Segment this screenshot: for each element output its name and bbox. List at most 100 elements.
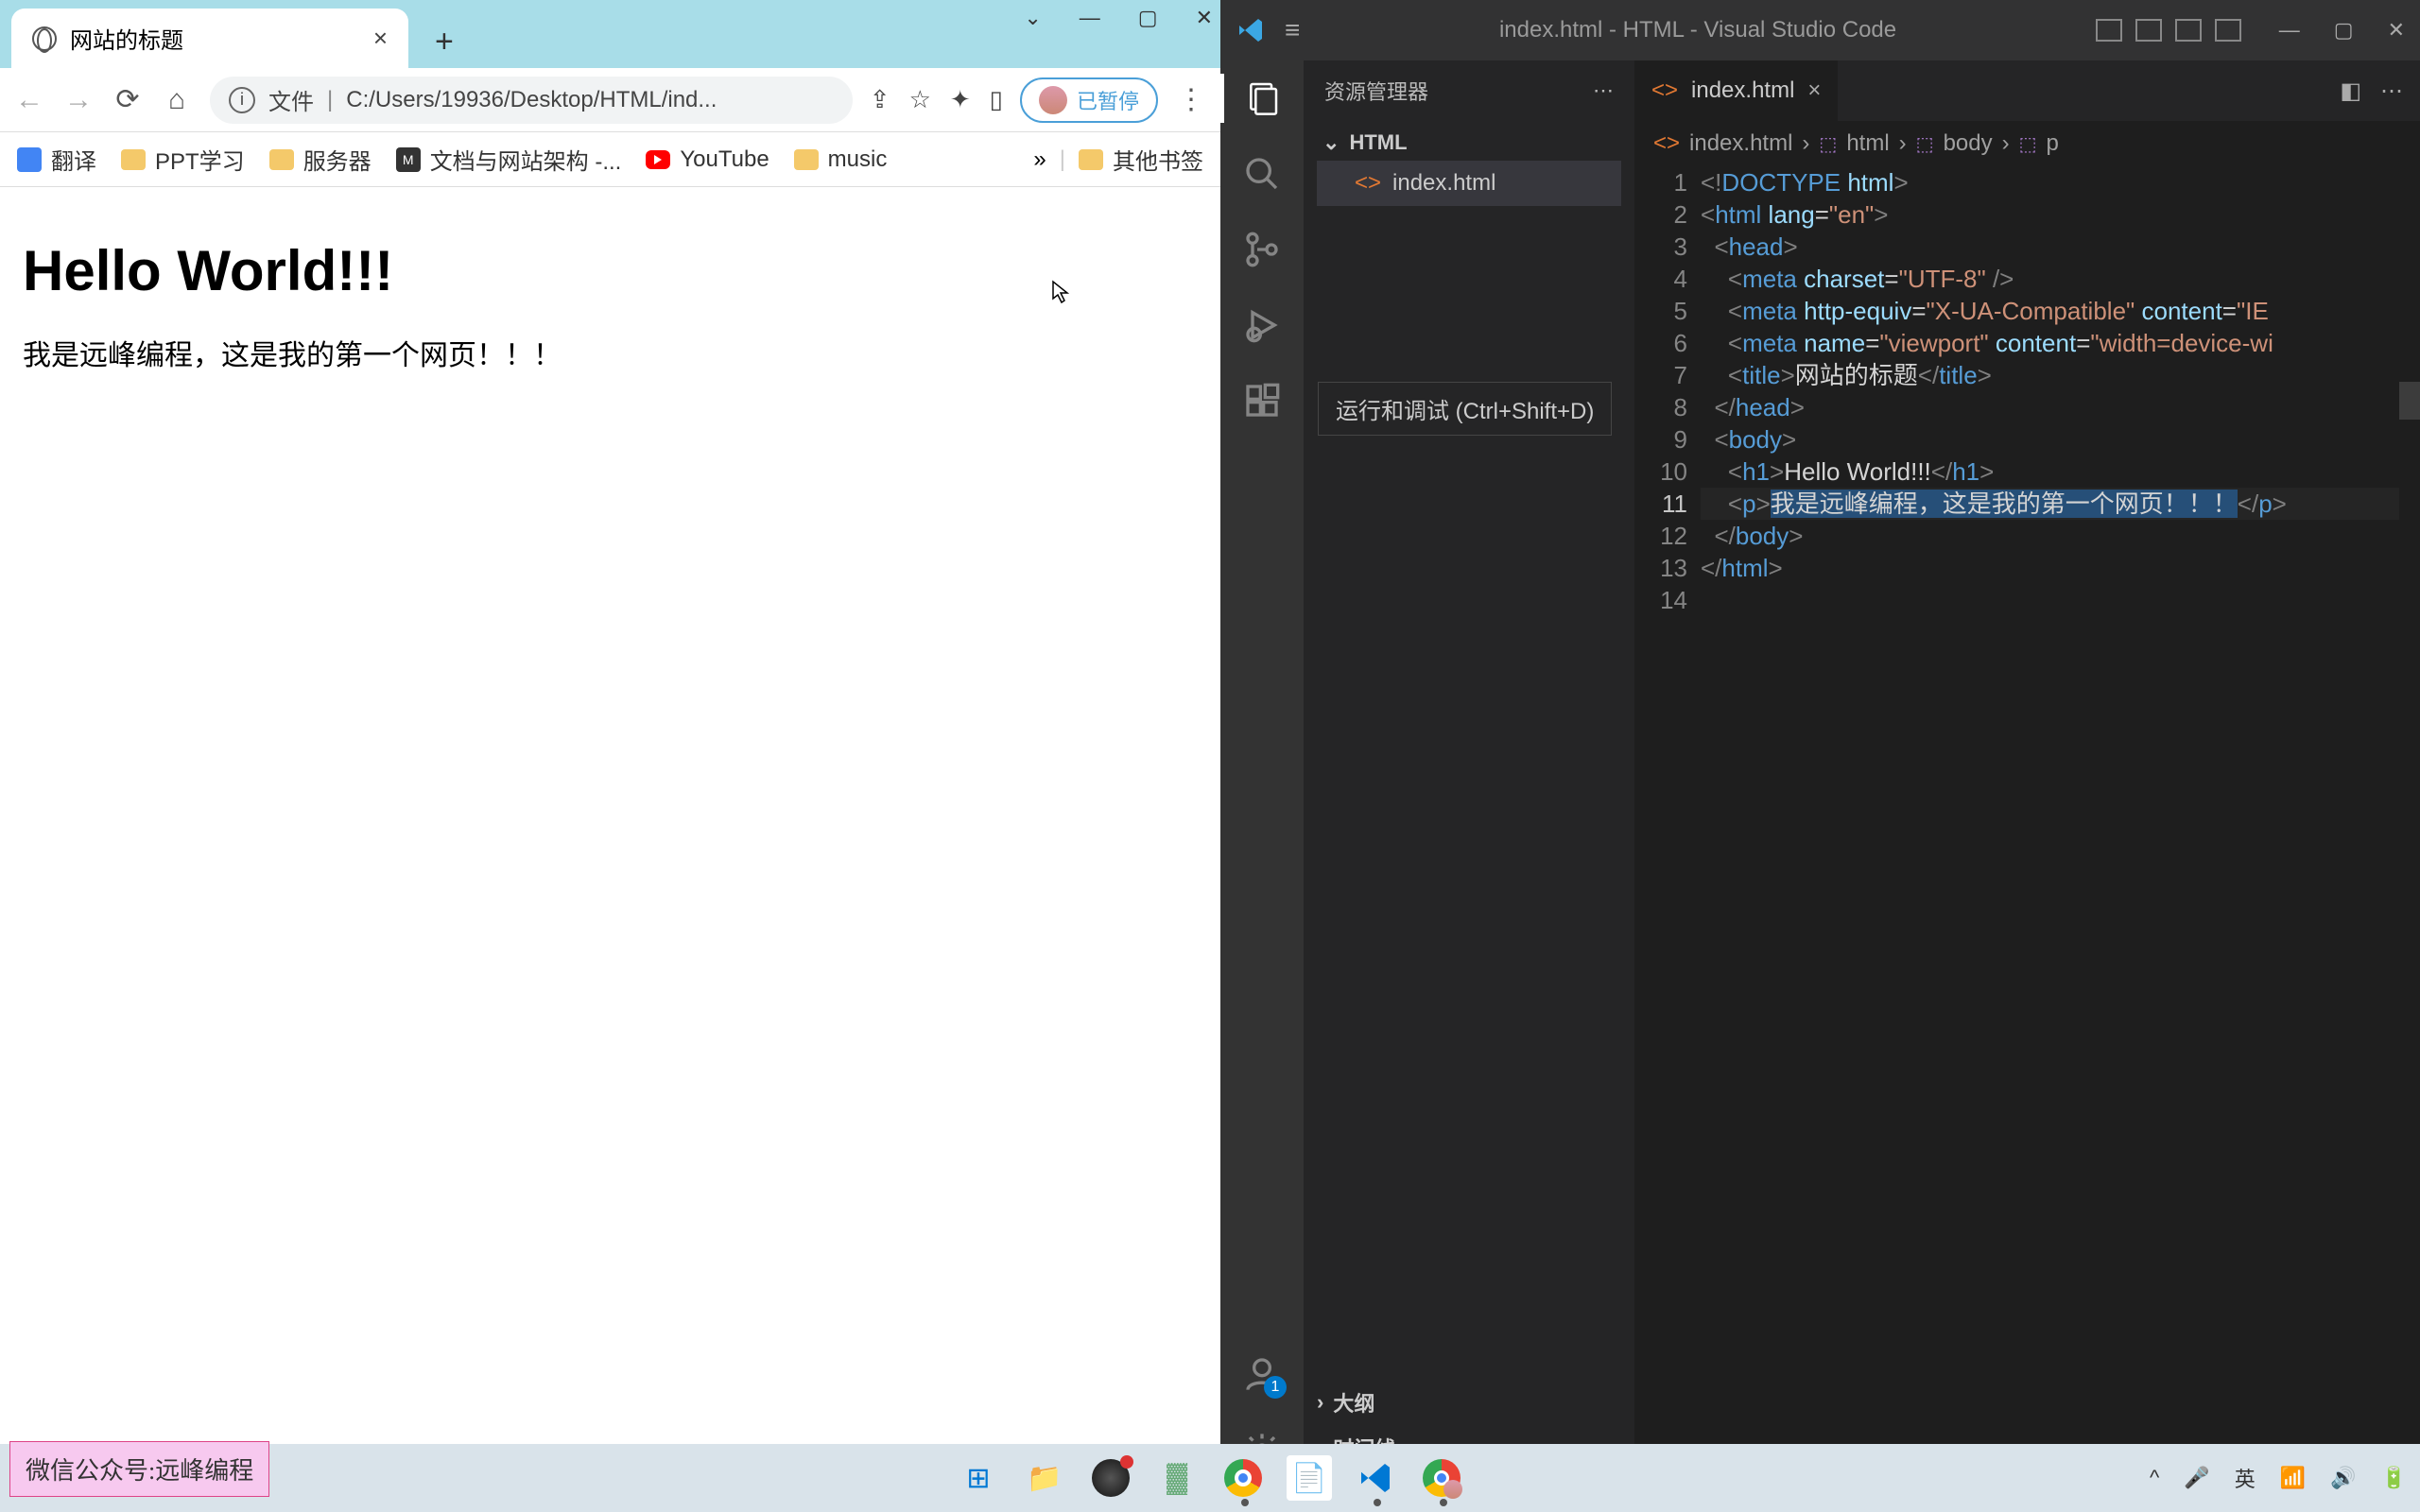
layout-right-icon[interactable]	[2175, 19, 2202, 42]
account-badge: 1	[1264, 1376, 1287, 1399]
tray-volume-icon[interactable]: 🔊	[2330, 1466, 2356, 1490]
source-control-icon[interactable]	[1241, 229, 1283, 270]
tray-chevron-icon[interactable]: ^	[2150, 1466, 2159, 1490]
layout-bottom-icon[interactable]	[2135, 19, 2162, 42]
address-actions: ⇪ ☆ ✦ ▯	[870, 85, 1003, 114]
tray-battery-icon[interactable]: 🔋	[2381, 1466, 2407, 1490]
mdn-icon: M	[396, 147, 421, 172]
page-content: Hello World!!! 我是远峰编程，这是我的第一个网页！！！	[0, 187, 1220, 396]
bookmark-docs[interactable]: M文档与网站架构 -...	[396, 143, 622, 176]
bookmarks-overflow-icon[interactable]: »	[1033, 146, 1046, 173]
system-tray: ^ 🎤 英 📶 🔊 🔋	[2150, 1463, 2407, 1493]
minimize-icon[interactable]: —	[1080, 6, 1100, 30]
layout-left-icon[interactable]	[2096, 19, 2122, 42]
minimize-icon[interactable]: —	[2279, 18, 2300, 43]
tray-wifi-icon[interactable]: 📶	[2280, 1466, 2306, 1490]
start-button[interactable]: ⊞	[956, 1455, 1001, 1501]
home-button[interactable]: ⌂	[161, 84, 193, 116]
share-icon[interactable]: ⇪	[870, 85, 890, 114]
address-row: ← → ⟳ ⌂ i 文件 | C:/Users/19936/Desktop/HT…	[0, 68, 1220, 132]
document-icon[interactable]: 📄	[1287, 1455, 1332, 1501]
app-icon[interactable]: ▓	[1154, 1455, 1200, 1501]
activity-bar: 1	[1220, 60, 1304, 1470]
chrome-profile-icon[interactable]	[1419, 1455, 1464, 1501]
close-icon[interactable]: ✕	[1196, 6, 1213, 30]
kebab-menu-icon[interactable]: ⋮	[1175, 83, 1207, 116]
maximize-icon[interactable]: ▢	[1138, 6, 1158, 30]
maximize-icon[interactable]: ▢	[2334, 18, 2354, 43]
extensions-icon[interactable]: ✦	[950, 85, 971, 114]
bookmarks-bar: 翻译 PPT学习 服务器 M文档与网站架构 -... YouTube music…	[0, 132, 1220, 187]
bookmark-translate[interactable]: 翻译	[17, 143, 96, 176]
sidebar-explorer: 资源管理器 ⋯ ⌄ HTML <> index.html ›大纲 ›时间线	[1304, 60, 1634, 1470]
reload-button[interactable]: ⟳	[112, 83, 144, 116]
code-editor[interactable]: 1234567891011121314 <!DOCTYPE html> <htm…	[1634, 166, 2420, 1470]
extensions-icon[interactable]	[1241, 380, 1283, 421]
run-debug-icon[interactable]	[1241, 304, 1283, 346]
obs-icon[interactable]	[1088, 1455, 1133, 1501]
address-bar[interactable]: i 文件 | C:/Users/19936/Desktop/HTML/ind..…	[210, 77, 853, 124]
other-bookmarks[interactable]: 其他书签	[1079, 143, 1203, 176]
more-icon[interactable]: ⋯	[1593, 78, 1614, 103]
search-icon[interactable]	[1241, 153, 1283, 195]
forward-button[interactable]: →	[62, 84, 95, 116]
layout-custom-icon[interactable]	[2215, 19, 2241, 42]
tray-lang[interactable]: 英	[2235, 1463, 2256, 1493]
activity-tooltip: 运行和调试 (Ctrl+Shift+D)	[1318, 382, 1612, 436]
profile-chip[interactable]: 已暂停	[1020, 77, 1158, 123]
bookmark-server[interactable]: 服务器	[269, 143, 372, 176]
taskbar-apps: ⊞ 📁 ▓ 📄	[956, 1455, 1464, 1501]
vscode-window: ≡ index.html - HTML - Visual Studio Code…	[1220, 0, 2420, 1512]
window-title: index.html - HTML - Visual Studio Code	[1319, 17, 2076, 43]
chevron-right-icon: ›	[1317, 1390, 1323, 1415]
bookmark-music[interactable]: music	[794, 146, 888, 173]
line-gutter: 1234567891011121314	[1634, 166, 1701, 1470]
editor: <> index.html × ◧ ⋯ <> index.html› ⬚html…	[1634, 60, 2420, 1470]
code-content: <!DOCTYPE html> <html lang="en"> <head> …	[1701, 166, 2420, 1470]
youtube-icon	[646, 150, 670, 169]
minimap[interactable]	[2399, 166, 2420, 1470]
dropdown-icon[interactable]: ⌄	[1024, 6, 1041, 30]
page-paragraph: 我是远峰编程，这是我的第一个网页！！！	[23, 332, 1198, 373]
vscode-taskbar-icon[interactable]	[1353, 1455, 1398, 1501]
tab-title: 网站的标题	[70, 22, 183, 55]
close-icon[interactable]: ✕	[2388, 18, 2405, 43]
split-editor-icon[interactable]: ◧	[2340, 77, 2361, 105]
breadcrumb[interactable]: <> index.html› ⬚html› ⬚body› ⬚p	[1634, 121, 2420, 166]
vscode-window-controls: — ▢ ✕	[2279, 18, 2405, 43]
bookmark-ppt[interactable]: PPT学习	[121, 143, 245, 176]
chrome-icon[interactable]	[1220, 1455, 1266, 1501]
folder-icon	[121, 149, 146, 170]
new-tab-button[interactable]: +	[422, 16, 467, 68]
file-item[interactable]: <> index.html	[1317, 161, 1621, 206]
back-button[interactable]: ←	[13, 84, 45, 116]
explorer-icon[interactable]	[1241, 77, 1283, 119]
site-info-icon[interactable]: i	[229, 87, 255, 113]
tab-close-icon[interactable]: ×	[373, 24, 388, 53]
panel-icon[interactable]: ▯	[990, 85, 1003, 114]
project-folder[interactable]: ⌄ HTML	[1317, 125, 1621, 161]
editor-tab[interactable]: <> index.html ×	[1634, 60, 1838, 121]
account-icon[interactable]: 1	[1241, 1353, 1283, 1395]
outline-panel[interactable]: ›大纲	[1304, 1380, 1634, 1425]
vscode-logo-icon	[1236, 15, 1266, 45]
more-icon[interactable]: ⋯	[2380, 77, 2403, 105]
file-name: index.html	[1392, 170, 1495, 197]
html-file-icon: <>	[1651, 77, 1678, 104]
element-icon: ⬚	[1916, 132, 1934, 156]
tab-close-icon[interactable]: ×	[1807, 77, 1821, 104]
editor-tabs: <> index.html × ◧ ⋯	[1634, 60, 2420, 121]
tray-mic-icon[interactable]: 🎤	[2184, 1466, 2209, 1490]
windows-taskbar: 微信公众号:远峰编程 ⊞ 📁 ▓ 📄 ^ 🎤 英 📶 🔊 🔋	[0, 1444, 2420, 1512]
star-icon[interactable]: ☆	[909, 85, 931, 114]
browser-tab[interactable]: 网站的标题 ×	[11, 9, 408, 68]
browser-window-controls: ⌄ — ▢ ✕	[1024, 6, 1213, 30]
profile-label: 已暂停	[1077, 85, 1139, 115]
file-explorer-icon[interactable]: 📁	[1022, 1455, 1067, 1501]
hamburger-menu-icon[interactable]: ≡	[1285, 15, 1300, 45]
minimap-slider[interactable]	[2399, 382, 2420, 420]
address-label: 文件	[268, 83, 314, 116]
folder-icon	[1079, 149, 1103, 170]
sidebar-header: 资源管理器 ⋯	[1304, 60, 1634, 121]
bookmark-youtube[interactable]: YouTube	[646, 146, 769, 173]
